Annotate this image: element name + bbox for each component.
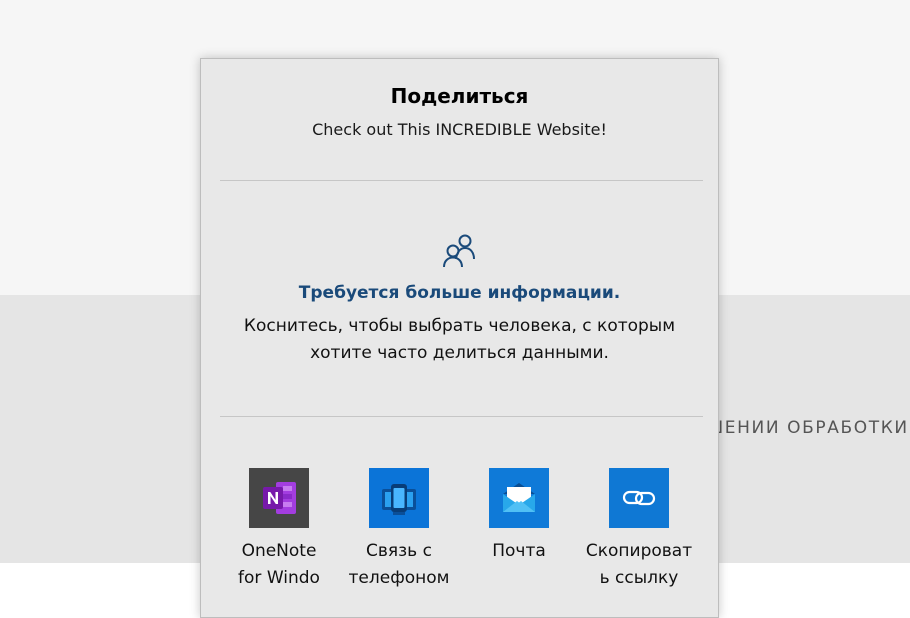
background-heading-fragment: ШЕНИИ ОБРАБОТКИ — [705, 418, 909, 438]
share-target-mail[interactable]: Почта — [459, 468, 579, 618]
mail-icon — [489, 468, 549, 528]
app-label: Почта — [492, 541, 546, 561]
app-label: OneNote for Windo — [238, 541, 320, 588]
app-label: Скопироват ь ссылку — [585, 541, 693, 588]
share-target-onenote[interactable]: OneNote for Windo — [219, 468, 339, 618]
share-title: Поделиться — [390, 84, 529, 108]
your-phone-icon — [369, 468, 429, 528]
share-target-your-phone[interactable]: Связь с телефоном — [339, 468, 459, 618]
pick-contact-area[interactable]: Требуется больше информации. Коснитесь, … — [201, 181, 718, 416]
more-info-title: Требуется больше информации. — [298, 283, 621, 303]
share-subtitle: Check out This INCREDIBLE Website! — [312, 120, 607, 139]
divider — [220, 416, 703, 417]
onenote-icon — [249, 468, 309, 528]
people-icon — [443, 234, 475, 268]
app-label: Связь с телефоном — [348, 541, 450, 588]
share-target-copy-link[interactable]: Скопироват ь ссылку — [579, 468, 699, 618]
more-info-description: Коснитесь, чтобы выбрать человека, с кот… — [243, 316, 676, 363]
copy-link-icon — [609, 468, 669, 528]
share-dialog: Поделиться Check out This INCREDIBLE Web… — [200, 58, 719, 618]
